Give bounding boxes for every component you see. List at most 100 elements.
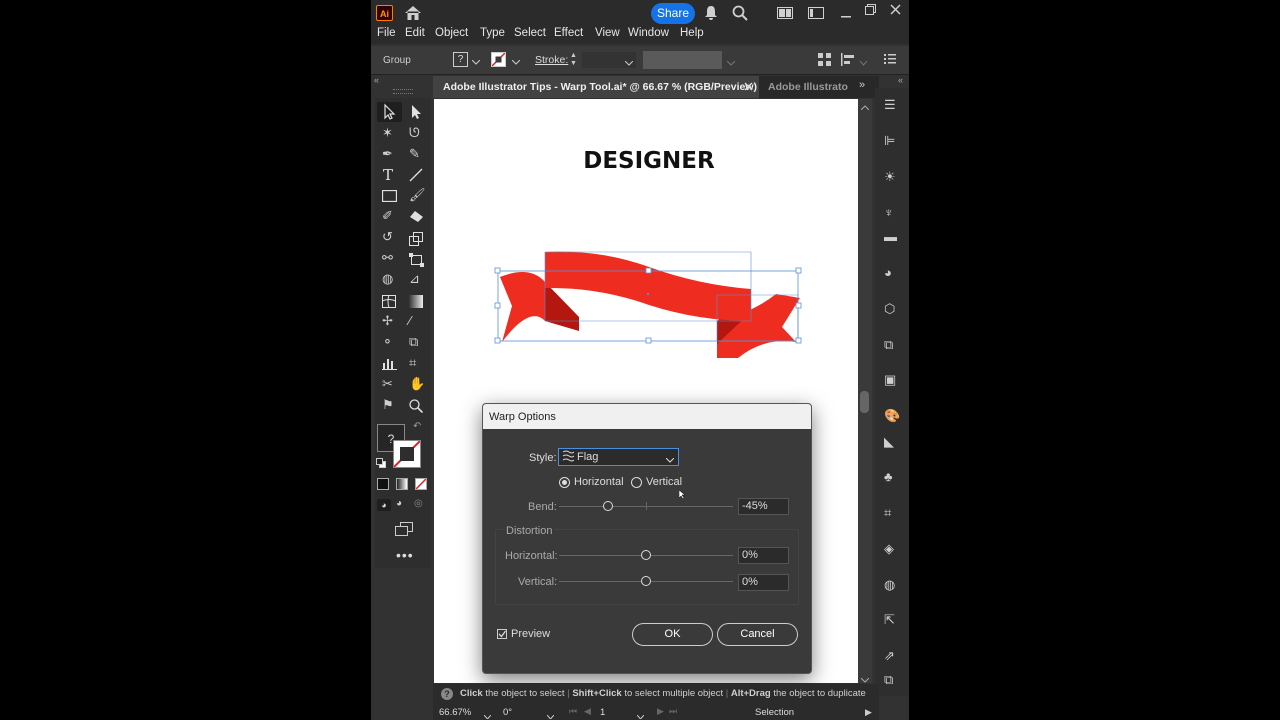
- 3d-panel-icon[interactable]: ⬡: [884, 301, 895, 317]
- eraser-tool-icon[interactable]: [409, 210, 424, 226]
- distortion-vertical-knob[interactable]: [641, 576, 651, 586]
- menu-type[interactable]: Type: [480, 27, 505, 39]
- panel-collapse-icon[interactable]: «: [898, 75, 903, 85]
- perspective-grid-tool-icon[interactable]: ⊿: [409, 271, 420, 287]
- menu-file[interactable]: File: [377, 27, 396, 39]
- toolbar-grip[interactable]: [393, 89, 413, 94]
- eyedropper-tool-icon[interactable]: ⁄: [409, 313, 411, 328]
- stroke-swatch[interactable]: [491, 52, 506, 67]
- shape-builder-tool-icon[interactable]: ◍: [382, 271, 393, 287]
- menu-window[interactable]: Window: [628, 27, 669, 39]
- live-paint-tool-icon[interactable]: ⧉: [409, 334, 418, 350]
- menu-help[interactable]: Help: [680, 27, 704, 39]
- links-panel-icon[interactable]: ⇗: [884, 648, 895, 664]
- status-menu-icon[interactable]: ▶: [865, 707, 872, 718]
- distortion-horizontal-knob[interactable]: [641, 550, 651, 560]
- hand-tool-icon[interactable]: ✋: [409, 376, 425, 392]
- share-button[interactable]: Share: [651, 3, 695, 24]
- transform-icon[interactable]: [818, 53, 831, 69]
- horizontal-radio[interactable]: [559, 477, 570, 488]
- none-mode-icon[interactable]: [415, 478, 427, 490]
- mesh-tool-icon[interactable]: [381, 294, 397, 311]
- rotation-dropdown-icon[interactable]: [546, 710, 555, 720]
- default-colors-icon[interactable]: [376, 458, 386, 471]
- artboard-dropdown-icon[interactable]: [636, 710, 645, 720]
- rectangle-tool-icon[interactable]: [381, 189, 398, 205]
- scale-tool-icon[interactable]: [409, 232, 423, 249]
- color-panel-icon[interactable]: ☀: [884, 169, 896, 185]
- tab-close-icon[interactable]: [744, 82, 753, 94]
- scroll-thumb[interactable]: [860, 391, 869, 413]
- zoom-level[interactable]: 66.67%: [439, 707, 471, 718]
- preview-checkbox[interactable]: [497, 629, 507, 639]
- fill-swatch[interactable]: ?: [453, 52, 468, 67]
- preview-label[interactable]: Preview: [511, 628, 550, 640]
- rotation-value[interactable]: 0°: [503, 707, 512, 718]
- bell-icon[interactable]: [704, 5, 718, 24]
- stroke-dropdown-icon[interactable]: [511, 56, 521, 68]
- last-artboard-icon[interactable]: ⏭: [669, 706, 677, 717]
- transparency-panel-icon[interactable]: ▣: [884, 372, 896, 388]
- tab-warp-tool[interactable]: Adobe Illustrator Tips - Warp Tool.ai* @…: [433, 76, 759, 98]
- toolbar-collapse-icon[interactable]: «: [374, 75, 379, 85]
- color-mode-icon[interactable]: [377, 478, 389, 490]
- style-select[interactable]: Flag: [558, 448, 679, 466]
- swap-fill-stroke-icon[interactable]: ↶: [413, 421, 421, 432]
- shaper-tool-icon[interactable]: ✐: [382, 208, 393, 224]
- workspace-icon[interactable]: [808, 7, 824, 22]
- dialog-title-bar[interactable]: Warp Options: [483, 404, 811, 429]
- menu-select[interactable]: Select: [514, 27, 546, 39]
- fill-dropdown-icon[interactable]: [471, 56, 481, 68]
- pen-tool-icon[interactable]: ✒: [382, 146, 393, 162]
- more-tools-icon[interactable]: •••: [396, 547, 414, 563]
- menu-edit[interactable]: Edit: [405, 27, 425, 39]
- appearance-panel-icon[interactable]: ◕: [884, 265, 892, 280]
- draw-behind-icon[interactable]: ◕: [396, 498, 402, 509]
- tab-inactive[interactable]: Adobe Illustrato: [768, 81, 848, 93]
- menu-view[interactable]: View: [595, 27, 620, 39]
- minimize-icon[interactable]: [841, 9, 851, 21]
- brushes-panel-icon[interactable]: ♆: [884, 205, 894, 220]
- gradient-mode-icon[interactable]: [396, 478, 408, 490]
- stroke-panel-icon[interactable]: ◣: [884, 434, 894, 450]
- print-tiling-tool-icon[interactable]: ⚑: [382, 397, 394, 413]
- align-icon[interactable]: [841, 53, 855, 69]
- menu-effect[interactable]: Effect: [554, 27, 583, 39]
- paintbrush-tool-icon[interactable]: 🖌: [409, 187, 426, 203]
- pathfinder-panel-icon[interactable]: ⧉: [884, 337, 893, 353]
- symbols-panel-icon[interactable]: ♣: [884, 469, 893, 484]
- tabs-overflow-icon[interactable]: »: [859, 79, 865, 91]
- next-artboard-icon[interactable]: ▶: [657, 706, 664, 717]
- slice-tool-icon[interactable]: ✂: [382, 376, 393, 392]
- ok-button[interactable]: OK: [632, 623, 713, 646]
- direct-selection-tool-icon[interactable]: [408, 104, 424, 123]
- search-icon[interactable]: [732, 5, 748, 24]
- symbol-sprayer-tool-icon[interactable]: ⚬: [382, 334, 393, 350]
- horizontal-radio-label[interactable]: Horizontal: [574, 476, 624, 488]
- first-artboard-icon[interactable]: ⏮: [569, 706, 577, 717]
- scroll-up-icon[interactable]: [860, 101, 870, 113]
- graphic-styles-panel-icon[interactable]: ◍: [884, 577, 895, 593]
- rotate-tool-icon[interactable]: ↺: [382, 229, 393, 245]
- free-transform-tool-icon[interactable]: [409, 253, 424, 270]
- cancel-button[interactable]: Cancel: [717, 623, 798, 646]
- stroke-weight-dropdown-icon[interactable]: [624, 57, 634, 69]
- vertical-radio[interactable]: [631, 477, 642, 488]
- draw-normal-icon[interactable]: ◕: [377, 499, 391, 511]
- type-tool-icon[interactable]: T: [383, 166, 393, 184]
- artboards-panel-icon[interactable]: ⧉: [884, 672, 893, 688]
- home-icon[interactable]: [404, 5, 422, 24]
- curvature-tool-icon[interactable]: ✎: [409, 146, 420, 162]
- asset-export-panel-icon[interactable]: ⇱: [884, 612, 895, 628]
- vertical-scrollbar[interactable]: [858, 99, 872, 683]
- stroke-color-box[interactable]: [393, 440, 421, 468]
- layers-panel-icon[interactable]: ◈: [884, 541, 894, 557]
- selection-tool-icon[interactable]: [377, 102, 402, 122]
- transform-panel-icon[interactable]: ⌗: [884, 505, 891, 521]
- graph-tool-icon[interactable]: [382, 357, 397, 373]
- variable-width-dropdown-icon[interactable]: [726, 57, 736, 69]
- align-panel-icon[interactable]: ⊫: [884, 133, 895, 149]
- draw-inside-icon[interactable]: ◎: [414, 498, 423, 509]
- distortion-vertical-input[interactable]: 0%: [738, 574, 789, 591]
- properties-panel-icon[interactable]: ☰: [884, 97, 896, 113]
